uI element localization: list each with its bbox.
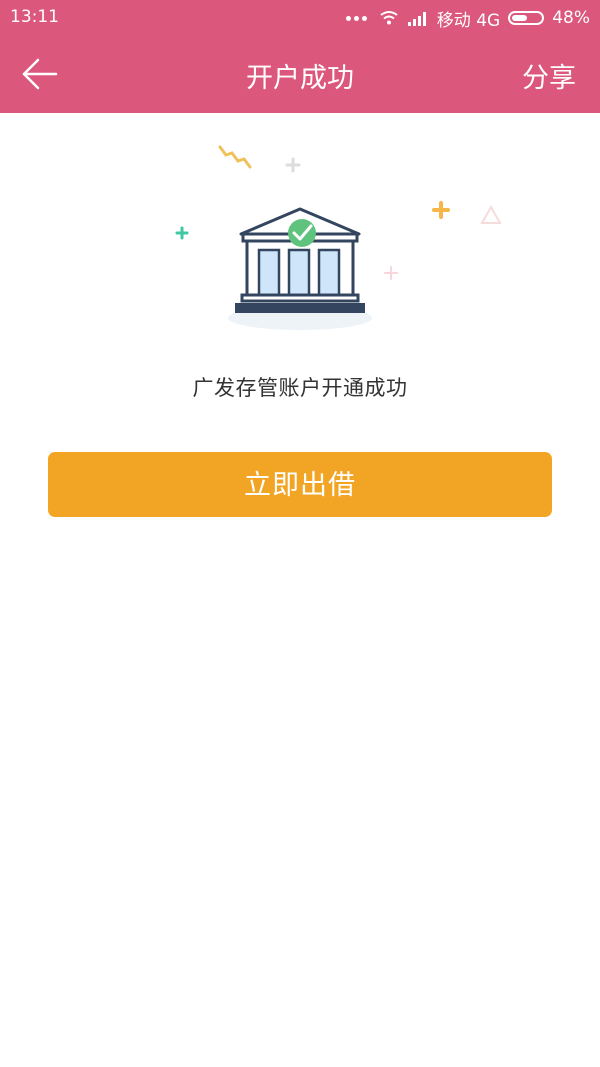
screen: 13:11 移动 4G 48% 开户成功 分享 广发存管账户开通成功 立即出借: [0, 0, 600, 1067]
wifi-icon: [380, 11, 398, 25]
carrier-label: 移动 4G: [436, 10, 501, 31]
success-message: 广发存管账户开通成功: [192, 376, 408, 400]
signal-icon: [407, 12, 426, 26]
page-title: 开户成功: [246, 63, 354, 94]
battery-icon: [508, 11, 545, 25]
app-header: 13:11 移动 4G 48% 开户成功 分享: [0, 0, 600, 113]
bank-check-icon: [175, 145, 502, 330]
status-time: 13:11: [10, 7, 59, 27]
share-button[interactable]: 分享: [522, 56, 576, 95]
battery-percent: 48%: [552, 8, 590, 28]
status-bar: 13:11 移动 4G 48%: [0, 0, 600, 36]
lend-now-button[interactable]: 立即出借: [48, 452, 552, 517]
more-dots-icon: [345, 15, 367, 21]
status-icons: 移动 4G 48%: [345, 6, 590, 31]
